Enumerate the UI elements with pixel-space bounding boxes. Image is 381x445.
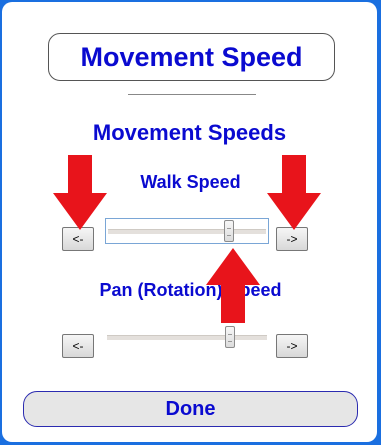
annotation-arrow-down-left <box>53 155 107 230</box>
pan-speed-track <box>107 335 267 340</box>
pan-speed-label: Pan (Rotation) Speed <box>99 280 282 300</box>
annotation-arrow-down-right <box>267 155 321 230</box>
walk-speed-slider[interactable] <box>105 218 269 244</box>
pan-speed-decrease-button[interactable]: <- <box>62 334 94 358</box>
divider <box>128 94 256 95</box>
done-button[interactable]: Done <box>23 391 358 427</box>
walk-speed-track <box>108 229 266 234</box>
dialog-title: Movement Speed <box>48 33 335 81</box>
walk-speed-thumb[interactable] <box>224 220 235 242</box>
section-heading: Movement Speeds <box>92 120 287 145</box>
pan-speed-increase-button[interactable]: -> <box>276 334 308 358</box>
pan-speed-thumb[interactable] <box>224 326 235 348</box>
walk-speed-decrease-button[interactable]: <- <box>62 227 94 251</box>
annotation-arrow-up-center <box>206 248 260 323</box>
pan-speed-slider[interactable] <box>105 324 269 350</box>
walk-speed-increase-button[interactable]: -> <box>276 227 308 251</box>
